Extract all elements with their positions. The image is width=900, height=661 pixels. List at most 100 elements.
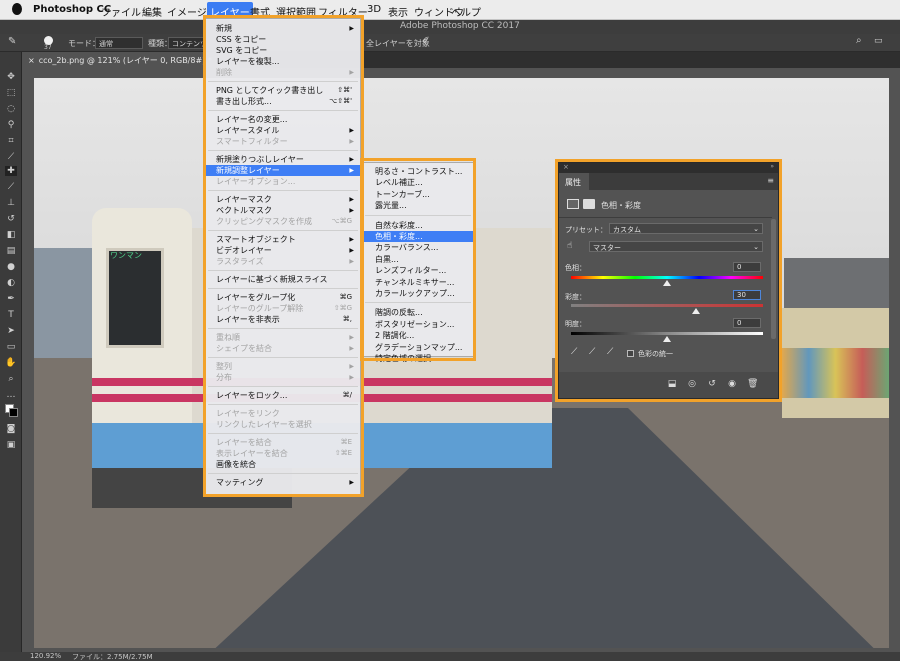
layer-menu-item[interactable]: ベクトルマスク ▶ bbox=[206, 205, 360, 216]
eyedropper-tool-icon[interactable]: ⟋ bbox=[5, 152, 17, 162]
healing-brush-tool-icon[interactable]: ✚ bbox=[5, 166, 17, 176]
lightness-slider-track[interactable] bbox=[571, 332, 763, 335]
adjustment-icon[interactable] bbox=[567, 199, 579, 209]
menu-view[interactable]: 表示 bbox=[388, 4, 408, 19]
adjustment-submenu-item[interactable]: トーンカーブ... bbox=[363, 189, 473, 200]
hue-value-field[interactable]: 0 bbox=[733, 262, 761, 272]
layer-menu-item[interactable]: マッティング ▶ bbox=[206, 477, 360, 488]
menu-3d[interactable]: 3D bbox=[367, 4, 381, 15]
adjustment-submenu-item[interactable]: ポスタリゼーション... bbox=[363, 319, 473, 330]
view-previous-icon[interactable]: ◎ bbox=[687, 379, 697, 389]
zoom-level[interactable]: 120.92% bbox=[30, 652, 61, 660]
layer-menu-item[interactable]: レイヤーに基づく新規スライス bbox=[206, 274, 360, 285]
file-size-info[interactable]: ファイル：2.75M/2.75M bbox=[72, 652, 153, 661]
search-icon[interactable]: ⌕ bbox=[856, 35, 862, 46]
app-menu[interactable]: Photoshop CC bbox=[33, 4, 111, 15]
menu-filter[interactable]: フィルター bbox=[318, 4, 368, 19]
layer-menu-item[interactable]: 新規塗りつぶしレイヤー ▶ bbox=[206, 154, 360, 165]
adjustment-submenu-item[interactable]: レンズフィルター... bbox=[363, 265, 473, 276]
gradient-tool-icon[interactable]: ▤ bbox=[5, 246, 17, 256]
reset-icon[interactable]: ↺ bbox=[707, 379, 717, 389]
type-select[interactable]: コンテンツ bbox=[168, 37, 207, 49]
menu-select[interactable]: 選択範囲 bbox=[276, 4, 316, 19]
adjustment-submenu-item[interactable]: 階調の反転... bbox=[363, 307, 473, 318]
dodge-tool-icon[interactable]: ◐ bbox=[5, 278, 17, 288]
layer-menu-item[interactable]: レイヤーを非表示 ⌘, bbox=[206, 314, 360, 325]
layer-menu-item[interactable]: PNG としてクイック書き出し ⇧⌘' bbox=[206, 85, 360, 96]
quick-mask-icon[interactable]: ◙ bbox=[5, 424, 17, 434]
preset-select[interactable]: カスタム ⌄ bbox=[609, 223, 763, 234]
hue-slider-track[interactable] bbox=[571, 276, 763, 279]
eyedropper-minus-icon[interactable]: ⟋ bbox=[607, 347, 613, 357]
screen-mode-icon[interactable]: ▣ bbox=[5, 440, 17, 450]
adjustment-submenu-item[interactable]: 露光量... bbox=[363, 200, 473, 211]
eyedropper-icon[interactable]: ⟋ bbox=[571, 347, 577, 357]
menu-image[interactable]: イメージ bbox=[167, 4, 207, 19]
layer-menu-item[interactable]: 新規調整レイヤー ▶ bbox=[206, 165, 360, 176]
pressure-icon[interactable]: ✐ bbox=[422, 36, 430, 46]
adjustment-submenu-item[interactable]: 特定色域の選択... bbox=[363, 353, 473, 364]
layer-menu-item[interactable]: ビデオレイヤー ▶ bbox=[206, 245, 360, 256]
background-color-swatch[interactable] bbox=[9, 408, 18, 417]
adjustment-submenu-item[interactable]: チャンネルミキサー... bbox=[363, 277, 473, 288]
panel-scrollbar[interactable] bbox=[771, 219, 776, 339]
layer-menu-item[interactable]: SVG をコピー bbox=[206, 45, 360, 56]
tab-properties[interactable]: 属性 bbox=[559, 173, 589, 190]
zoom-tool-icon[interactable]: ⌕ bbox=[5, 374, 17, 384]
marquee-tool-icon[interactable]: ⬚ bbox=[5, 88, 17, 98]
panel-close-icon[interactable]: × bbox=[563, 163, 569, 171]
clip-to-layer-icon[interactable]: ⬓ bbox=[667, 379, 677, 389]
close-tab-icon[interactable]: × bbox=[28, 56, 35, 65]
path-select-tool-icon[interactable]: ➤ bbox=[5, 326, 17, 336]
eraser-tool-icon[interactable]: ◧ bbox=[5, 230, 17, 240]
pen-tool-icon[interactable]: ✒ bbox=[5, 294, 17, 304]
layer-menu-item[interactable]: レイヤースタイル ▶ bbox=[206, 125, 360, 136]
crop-tool-icon[interactable]: ⌗ bbox=[5, 136, 17, 146]
adjustment-submenu-item[interactable]: カラーバランス... bbox=[363, 242, 473, 253]
layer-menu-item[interactable]: レイヤーマスク ▶ bbox=[206, 194, 360, 205]
layer-menu-item[interactable]: レイヤーをグループ化 ⌘G bbox=[206, 292, 360, 303]
menu-file[interactable]: ファイル bbox=[101, 4, 141, 19]
adjustment-submenu-item[interactable]: 白黒... bbox=[363, 254, 473, 265]
eyedropper-plus-icon[interactable]: ⟋ bbox=[589, 347, 595, 357]
shape-tool-icon[interactable]: ▭ bbox=[5, 342, 17, 352]
saturation-value-field[interactable]: 30 bbox=[733, 290, 761, 300]
hand-tool-icon[interactable]: ✋ bbox=[5, 358, 17, 368]
apple-icon[interactable] bbox=[12, 3, 22, 15]
type-tool-icon[interactable]: T bbox=[5, 310, 17, 320]
mode-select[interactable]: 通常 bbox=[95, 37, 143, 49]
mask-icon[interactable] bbox=[583, 199, 595, 209]
adjustment-submenu-item[interactable]: 自然な彩度... bbox=[363, 220, 473, 231]
lightness-value-field[interactable]: 0 bbox=[733, 318, 761, 328]
more-tools-icon[interactable]: … bbox=[5, 390, 17, 400]
saturation-slider-handle[interactable] bbox=[691, 308, 700, 314]
brush-tool-icon[interactable]: ⟋ bbox=[5, 182, 17, 192]
menu-edit[interactable]: 編集 bbox=[142, 4, 162, 19]
spot-healing-brush-icon[interactable]: ✎ bbox=[8, 36, 16, 47]
adjustment-submenu-item[interactable]: 明るさ・コントラスト... bbox=[363, 166, 473, 177]
layer-menu-item[interactable]: スマートオブジェクト ▶ bbox=[206, 234, 360, 245]
layer-menu-item[interactable]: 画像を統合 bbox=[206, 459, 360, 470]
move-tool-icon[interactable]: ✥ bbox=[5, 72, 17, 82]
adjustment-submenu-item[interactable]: レベル補正... bbox=[363, 177, 473, 188]
history-brush-tool-icon[interactable]: ↺ bbox=[5, 214, 17, 224]
layer-menu-item[interactable]: レイヤー名の変更... bbox=[206, 114, 360, 125]
channel-select[interactable]: マスター ⌄ bbox=[589, 241, 763, 252]
layer-menu-item[interactable]: 書き出し形式... ⌥⇧⌘' bbox=[206, 96, 360, 107]
lightness-slider-handle[interactable] bbox=[663, 336, 671, 342]
workspace-icon[interactable]: ▭ bbox=[874, 36, 883, 46]
quick-select-tool-icon[interactable]: ⚲ bbox=[5, 120, 17, 130]
panel-collapse-icon[interactable]: » bbox=[770, 163, 774, 170]
sample-all-layers-label[interactable]: 全レイヤーを対象 bbox=[366, 38, 430, 49]
blur-tool-icon[interactable]: ● bbox=[5, 262, 17, 272]
panel-menu-icon[interactable]: ≡ bbox=[767, 176, 774, 185]
colorize-checkbox[interactable] bbox=[627, 350, 634, 357]
menu-help[interactable]: ヘルプ bbox=[451, 4, 481, 19]
layer-menu-item[interactable]: レイヤーを複製... bbox=[206, 56, 360, 67]
visibility-eye-icon[interactable]: ◉ bbox=[727, 379, 737, 389]
adjustment-submenu-item[interactable]: カラールックアップ... bbox=[363, 288, 473, 299]
hue-slider-handle[interactable] bbox=[663, 280, 671, 286]
adjustment-submenu-item[interactable]: 2 階調化... bbox=[363, 330, 473, 341]
layer-menu-item[interactable]: レイヤーをロック... ⌘/ bbox=[206, 390, 360, 401]
adjustment-submenu-item[interactable]: グラデーションマップ... bbox=[363, 342, 473, 353]
